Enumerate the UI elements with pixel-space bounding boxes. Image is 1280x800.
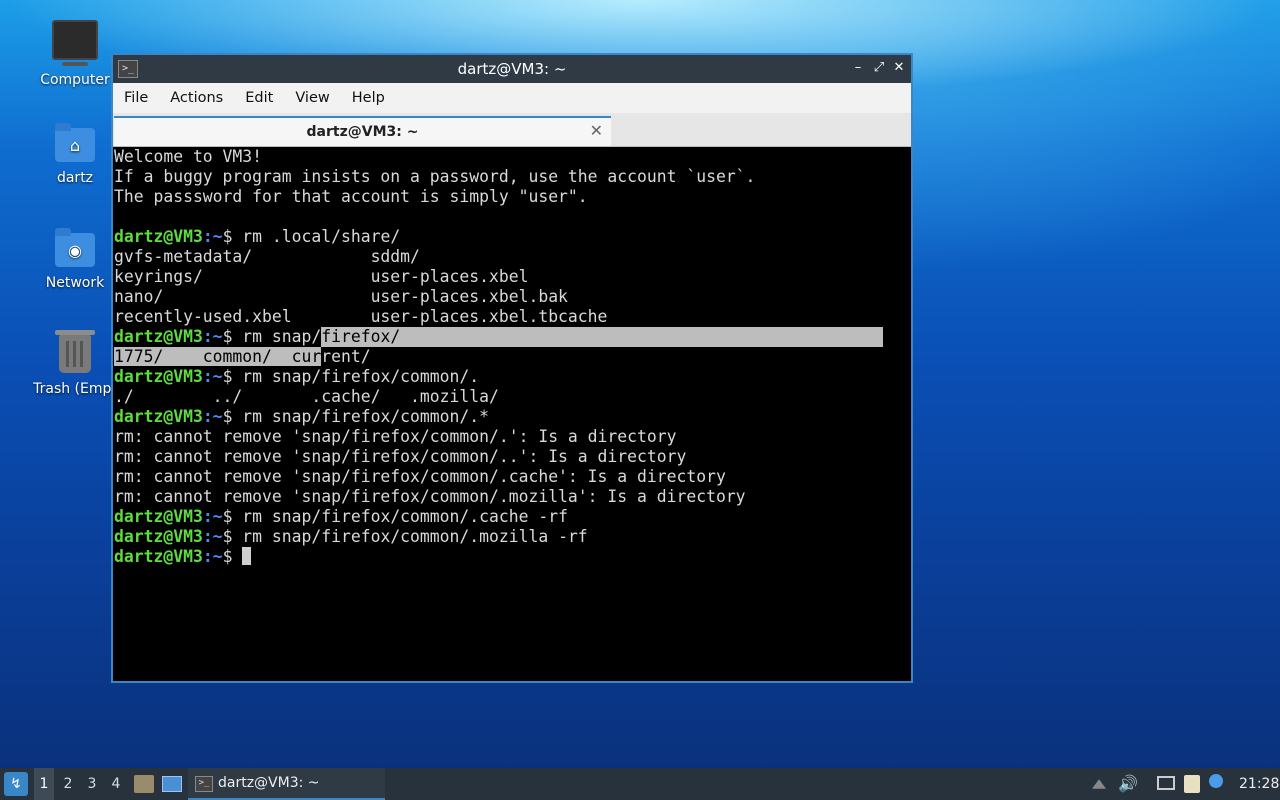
- command-text: $ rm .local/share/: [222, 227, 401, 246]
- desktop-icon-home[interactable]: ⌂ dartz: [25, 123, 125, 186]
- prompt-path: :~: [202, 507, 223, 526]
- menu-edit[interactable]: Edit: [238, 90, 280, 106]
- prompt-path: :~: [202, 407, 223, 426]
- terminal-line: dartz@VM3:~$ rm .local/share/: [114, 227, 910, 247]
- prompt-user: dartz@VM3: [114, 507, 203, 526]
- terminal-line: dartz@VM3:~$ rm snap/firefox/: [114, 327, 910, 347]
- terminal-line: rm: cannot remove 'snap/firefox/common/.…: [114, 427, 677, 446]
- terminal-line: recently-used.xbel user-places.xbel.tbca…: [114, 307, 608, 326]
- terminal-line: keyrings/ user-places.xbel: [114, 267, 529, 286]
- prompt-path: :~: [202, 527, 223, 546]
- close-button[interactable]: ✕: [890, 59, 908, 77]
- volume-icon[interactable]: 🔊: [1118, 768, 1138, 800]
- terminal-task-icon: >_: [195, 776, 213, 792]
- menu-file[interactable]: File: [117, 90, 155, 106]
- prompt-path: :~: [202, 547, 223, 566]
- terminal-line: dartz@VM3:~$ rm snap/firefox/common/.moz…: [114, 527, 910, 547]
- show-desktop-launcher[interactable]: [162, 776, 182, 792]
- desktop-icon-label: Network: [45, 275, 105, 291]
- output-text: rent/: [321, 347, 371, 366]
- tab-bar: dartz@VM3: ~ ✕: [113, 113, 911, 147]
- minimize-button[interactable]: –: [849, 59, 867, 77]
- prompt-user: dartz@VM3: [114, 227, 203, 246]
- terminal-line: rm: cannot remove 'snap/firefox/common/.…: [114, 467, 726, 486]
- terminal-line: gvfs-metadata/ sddm/: [114, 247, 420, 266]
- maximize-button[interactable]: ⤢: [870, 59, 888, 77]
- terminal-line: nano/ user-places.xbel.bak: [114, 287, 568, 306]
- prompt-user: dartz@VM3: [114, 547, 203, 566]
- lubuntu-logo-icon: ↯: [10, 776, 22, 792]
- terminal-line: ./ ../ .cache/ .mozilla/: [114, 387, 499, 406]
- tab-close-icon[interactable]: ✕: [590, 121, 603, 140]
- terminal-line: The passsword for that account is simply…: [114, 187, 588, 206]
- desktop-icon-label: dartz: [56, 170, 94, 186]
- taskbar-task-terminal[interactable]: >_ dartz@VM3: ~: [188, 768, 385, 800]
- clock[interactable]: 21:28: [1239, 768, 1279, 800]
- terminal-line: dartz@VM3:~$ rm snap/firefox/common/.: [114, 367, 910, 387]
- workspace-2[interactable]: 2: [58, 768, 78, 800]
- prompt-user: dartz@VM3: [114, 327, 203, 346]
- terminal-output[interactable]: Welcome to VM3! If a buggy program insist…: [114, 147, 910, 680]
- desktop-icon-computer[interactable]: Computer: [25, 20, 125, 88]
- tab-terminal[interactable]: dartz@VM3: ~ ✕: [114, 116, 611, 146]
- trash-icon: [55, 330, 95, 373]
- menu-view[interactable]: View: [288, 90, 336, 106]
- command-text: $ rm snap/firefox/common/.*: [222, 407, 489, 426]
- terminal-line: rm: cannot remove 'snap/firefox/common/.…: [114, 447, 687, 466]
- tray-overflow-icon[interactable]: [1092, 779, 1106, 789]
- command-text: $: [222, 547, 243, 566]
- window-titlebar[interactable]: >_ dartz@VM3: ~ – ⤢ ✕: [113, 55, 911, 83]
- workspace-1[interactable]: 1: [34, 768, 54, 800]
- prompt-path: :~: [202, 327, 223, 346]
- home-folder-icon: ⌂: [55, 123, 95, 162]
- command-text: $ rm snap/: [222, 327, 322, 346]
- network-folder-icon: ◉: [55, 228, 95, 267]
- file-manager-launcher[interactable]: [134, 775, 154, 793]
- prompt-user: dartz@VM3: [114, 407, 203, 426]
- selected-text: 1775/ common/ cur: [114, 347, 322, 366]
- menu-actions[interactable]: Actions: [163, 90, 230, 106]
- menu-bar: File Actions Edit View Help: [113, 83, 911, 113]
- prompt-path: :~: [202, 367, 223, 386]
- prompt-user: dartz@VM3: [114, 367, 203, 386]
- terminal-line: dartz@VM3:~$ rm snap/firefox/common/.*: [114, 407, 910, 427]
- terminal-line: 1775/ common/ current/: [114, 347, 910, 367]
- task-title: dartz@VM3: ~: [218, 775, 320, 791]
- window-title: dartz@VM3: ~: [457, 60, 567, 78]
- start-menu-button[interactable]: ↯: [4, 772, 28, 796]
- terminal-line: dartz@VM3:~$ rm snap/firefox/common/.cac…: [114, 507, 910, 527]
- prompt-user: dartz@VM3: [114, 527, 203, 546]
- menu-help[interactable]: Help: [345, 90, 392, 106]
- taskbar: ↯ 1 2 3 4 >_ dartz@VM3: ~ 🔊 21:28: [0, 768, 1280, 800]
- command-text: $ rm snap/firefox/common/.cache -rf: [222, 507, 568, 526]
- command-text: $ rm snap/firefox/common/.: [222, 367, 480, 386]
- terminal-window: >_ dartz@VM3: ~ – ⤢ ✕ File Actions Edit …: [111, 53, 913, 683]
- clipboard-icon[interactable]: [1184, 775, 1200, 793]
- desktop-icon-label: Computer: [40, 72, 110, 88]
- workspace-3[interactable]: 3: [82, 768, 102, 800]
- selected-text: firefox/: [321, 327, 884, 347]
- terminal-line: dartz@VM3:~$: [114, 547, 910, 567]
- text-cursor: [242, 547, 252, 565]
- desktop-icon-network[interactable]: ◉ Network: [25, 228, 125, 291]
- update-notifier-icon[interactable]: [1209, 774, 1223, 788]
- command-text: $ rm snap/firefox/common/.mozilla -rf: [222, 527, 588, 546]
- prompt-path: :~: [202, 227, 223, 246]
- computer-icon: [52, 20, 98, 66]
- terminal-line: rm: cannot remove 'snap/firefox/common/.…: [114, 487, 746, 506]
- network-status-icon[interactable]: [1157, 776, 1175, 790]
- tab-title: dartz@VM3: ~: [306, 124, 419, 140]
- terminal-line: If a buggy program insists on a password…: [114, 167, 756, 186]
- workspace-4[interactable]: 4: [106, 768, 126, 800]
- terminal-line: Welcome to VM3!: [114, 147, 263, 166]
